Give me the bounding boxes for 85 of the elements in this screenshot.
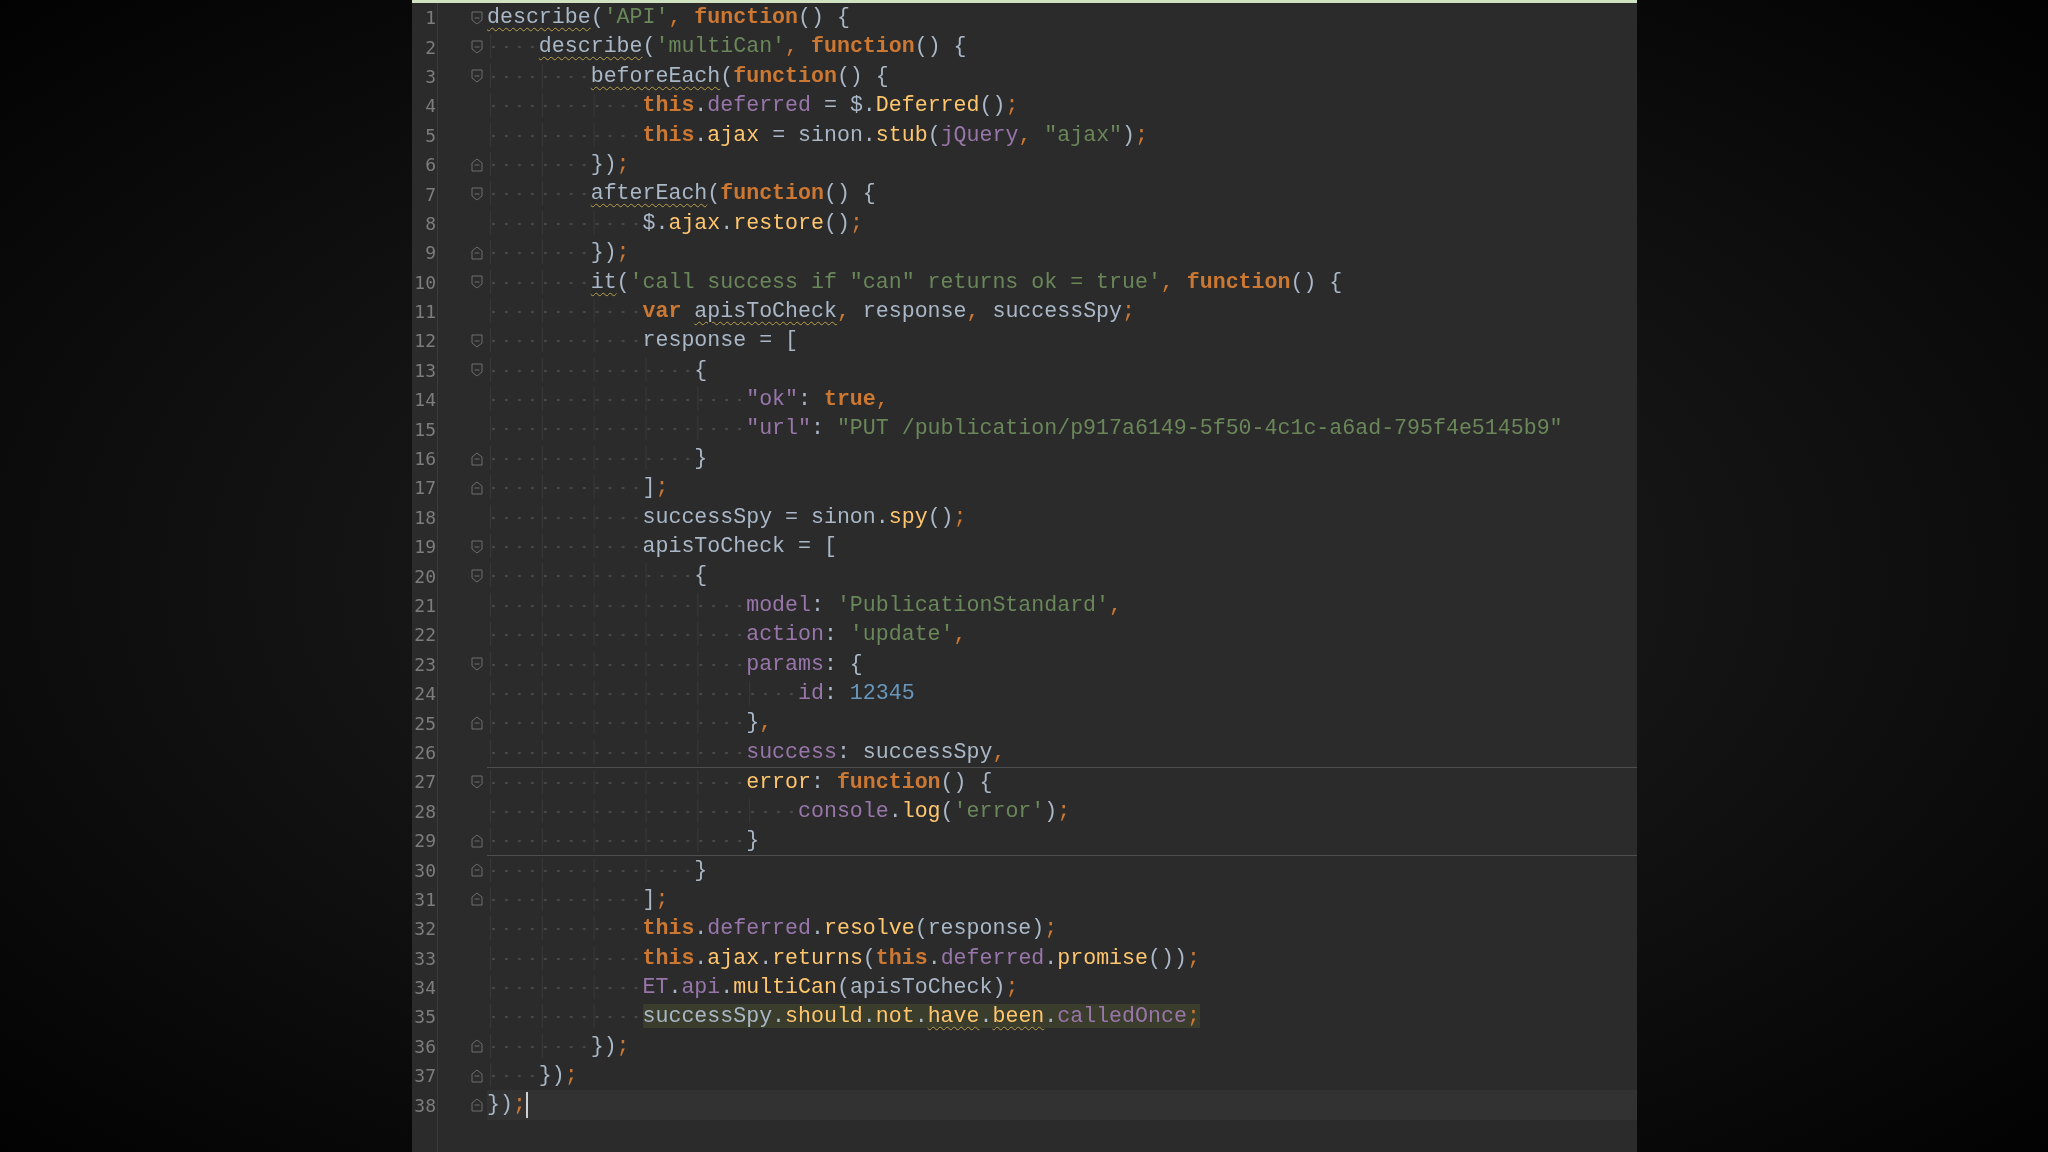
fold-icon[interactable] — [471, 334, 483, 348]
code-line: action: 'update', — [487, 620, 967, 650]
line-number: 22 — [413, 624, 436, 646]
code-line: success: successSpy, — [487, 737, 1006, 768]
code-line: this.deferred = $.Deferred(); — [487, 91, 1019, 121]
line-number: 9 — [424, 242, 436, 264]
line-number: 7 — [424, 183, 436, 205]
code-line: "url": "PUT /publication/p917a6149-5f50-4c1c-a6ad-795f4e5145b9" — [487, 414, 1563, 444]
code-line: describe('API', function() { — [487, 4, 850, 31]
fold-icon[interactable] — [471, 451, 483, 466]
line-number: 37 — [413, 1065, 436, 1087]
fold-icon[interactable] — [471, 833, 483, 848]
line-number: 21 — [413, 595, 436, 616]
line-number: 5 — [424, 124, 436, 146]
fold-icon[interactable] — [471, 569, 483, 584]
code-line: params: { — [487, 649, 863, 679]
line-number: 30 — [413, 859, 436, 881]
line-number: 23 — [413, 653, 436, 675]
line-number: 16 — [413, 448, 436, 470]
fold-icon[interactable] — [471, 40, 483, 55]
code-line: response = [ — [487, 326, 799, 356]
line-number: 14 — [413, 389, 436, 411]
fold-icon[interactable] — [471, 657, 483, 672]
code-line: error: function() { — [487, 767, 993, 798]
line-number: 32 — [413, 918, 436, 940]
code-line: this.ajax = sinon.stub(jQuery, "ajax"); — [487, 120, 1148, 150]
line-number: 8 — [424, 212, 436, 234]
line-number: 36 — [413, 1035, 436, 1057]
line-number: 38 — [413, 1094, 436, 1116]
code-line: this.deferred.resolve(response); — [487, 914, 1058, 944]
line-number: 24 — [413, 683, 436, 705]
line-number: 2 — [424, 36, 436, 58]
line-number: 25 — [413, 712, 436, 734]
line-number: 29 — [413, 830, 436, 852]
line-number: 4 — [424, 95, 436, 117]
fold-icon[interactable] — [471, 716, 483, 731]
line-number: 35 — [413, 1006, 436, 1028]
line-number: 11 — [413, 301, 436, 323]
fold-icon[interactable] — [471, 480, 483, 495]
fold-icon[interactable] — [471, 363, 483, 378]
code-line: model: 'PublicationStandard', — [487, 590, 1122, 621]
fold-icon[interactable] — [471, 1068, 483, 1083]
fold-icon[interactable] — [471, 69, 483, 84]
line-number: 34 — [413, 977, 436, 999]
fold-icon[interactable] — [471, 892, 483, 907]
text-caret — [525, 1092, 528, 1119]
fold-icon[interactable] — [471, 157, 483, 172]
code-line: $.ajax.restore(); — [487, 208, 863, 239]
line-number: 13 — [413, 359, 436, 381]
fold-icon[interactable] — [471, 187, 483, 202]
line-number: 17 — [413, 477, 436, 499]
fold-icon[interactable] — [471, 774, 483, 789]
line-number: 12 — [413, 330, 436, 352]
line-number: 10 — [413, 271, 436, 293]
line-number: 27 — [413, 771, 436, 793]
fold-icon[interactable] — [471, 275, 483, 290]
fold-icon[interactable] — [471, 1098, 483, 1113]
line-number: 15 — [413, 418, 436, 440]
line-number: 6 — [424, 154, 436, 176]
code-line: describe('multiCan', function() { — [487, 32, 967, 62]
fold-icon[interactable] — [471, 863, 483, 877]
line-number: 19 — [413, 536, 436, 558]
code-line: this.ajax.returns(this.deferred.promise()); — [487, 943, 1200, 973]
code-line: }); — [487, 1091, 526, 1119]
code-line: ET.api.multiCan(apisToCheck); — [487, 972, 1019, 1003]
code-line: beforeEach(function() { — [487, 61, 889, 92]
code-line: apisToCheck = [ — [487, 532, 837, 562]
line-number: 33 — [413, 947, 436, 969]
code-line: console.log('error'); — [487, 796, 1071, 826]
code-line: afterEach(function() { — [487, 179, 876, 209]
fold-icon[interactable] — [471, 245, 483, 260]
line-number: 20 — [413, 565, 436, 587]
line-number: 26 — [413, 741, 436, 763]
fold-icon[interactable] — [471, 539, 483, 554]
line-number: 3 — [424, 65, 436, 87]
code-line: }); — [487, 1061, 578, 1091]
code-line: var apisToCheck, response, successSpy; — [487, 296, 1135, 327]
fold-icon[interactable] — [471, 1039, 483, 1054]
code-line: successSpy = sinon.spy(); — [487, 502, 967, 533]
line-number: 31 — [413, 888, 436, 910]
fold-icon[interactable] — [471, 10, 483, 25]
line-number: 28 — [413, 800, 436, 822]
line-number: 18 — [413, 506, 436, 528]
line-number: 1 — [424, 7, 436, 29]
code-line: it('call success if "can" returns ok = true', function() { — [487, 267, 1343, 297]
